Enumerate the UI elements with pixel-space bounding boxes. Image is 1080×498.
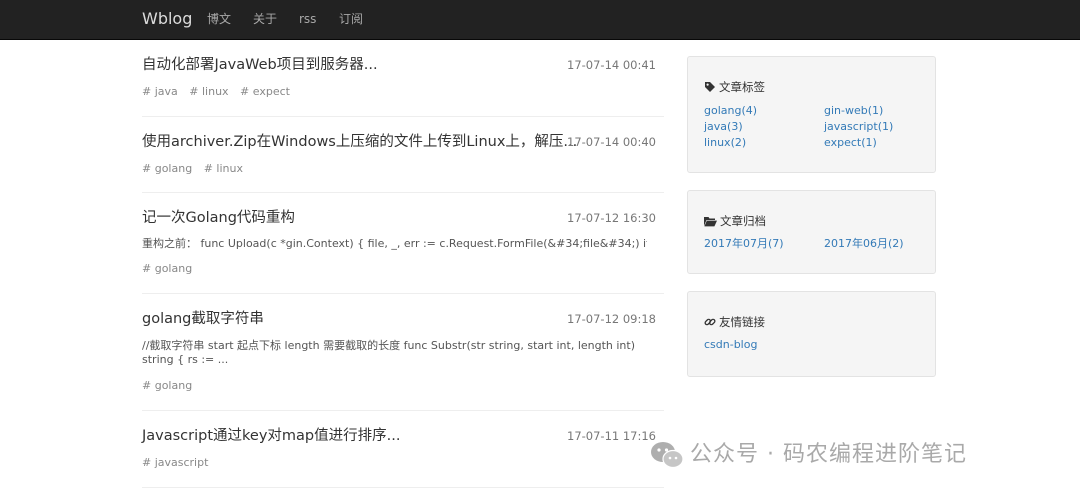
wechat-icon	[651, 442, 684, 469]
friend-links-widget: 友情链接 csdn-blog	[687, 291, 936, 377]
tag-link-golang[interactable]: golang(4)	[704, 104, 757, 118]
post-title[interactable]: golang截取字符串	[142, 309, 264, 329]
post-list: 自动化部署JavaWeb项目到服务器... 17-07-14 00:41 # j…	[142, 40, 664, 488]
post-tag[interactable]: # javascript	[142, 456, 208, 469]
post-title[interactable]: 使用archiver.Zip在Windows上压缩的文件上传到Linux上，解压…	[142, 132, 577, 152]
tags-widget-title: 文章标签	[704, 79, 765, 95]
post-date: 17-07-14 00:40	[567, 135, 656, 149]
post-date: 17-07-14 00:41	[567, 58, 656, 72]
post-item: 自动化部署JavaWeb项目到服务器... 17-07-14 00:41 # j…	[142, 40, 664, 117]
watermark-text: 公众号 · 码农编程进阶笔记	[690, 442, 967, 467]
brand-link[interactable]: Wblog	[142, 9, 192, 29]
navbar: Wblog 博文 关于 rss 订阅	[0, 0, 1080, 40]
friend-links-widget-title: 友情链接	[704, 314, 765, 330]
nav-item-posts[interactable]: 博文	[207, 11, 231, 27]
tag-icon	[705, 82, 715, 92]
post-item: 记一次Golang代码重构 17-07-12 16:30 重构之前： func …	[142, 193, 664, 294]
post-excerpt: 重构之前： func Upload(c *gin.Context) { file…	[142, 237, 647, 250]
tag-link-gin-web[interactable]: gin-web(1)	[824, 104, 883, 118]
archives-widget-title: 文章归档	[704, 213, 766, 229]
post-tags: # java # linux # expect	[142, 85, 298, 99]
post-title[interactable]: Javascript通过key对map值进行排序...	[142, 426, 400, 446]
post-item: Javascript通过key对map值进行排序... 17-07-11 17:…	[142, 411, 664, 488]
post-date: 17-07-11 17:16	[567, 429, 656, 443]
archive-link-2017-07[interactable]: 2017年07月(7)	[704, 237, 784, 251]
post-tag[interactable]: # golang	[142, 162, 192, 175]
post-tag[interactable]: # expect	[240, 85, 290, 98]
post-title[interactable]: 记一次Golang代码重构	[142, 208, 295, 228]
archives-widget: 文章归档 2017年07月(7) 2017年06月(2)	[687, 190, 936, 274]
nav-item-about[interactable]: 关于	[253, 11, 277, 27]
post-item: 使用archiver.Zip在Windows上压缩的文件上传到Linux上，解压…	[142, 117, 664, 193]
archive-link-2017-06[interactable]: 2017年06月(2)	[824, 237, 904, 251]
post-tags: # golang	[142, 379, 200, 393]
tag-link-java[interactable]: java(3)	[704, 120, 743, 134]
tags-widget: 文章标签 golang(4) gin-web(1) java(3) javasc…	[687, 56, 936, 173]
post-date: 17-07-12 16:30	[567, 211, 656, 225]
folder-open-icon	[704, 217, 717, 227]
post-tags: # javascript	[142, 456, 216, 470]
post-title[interactable]: 自动化部署JavaWeb项目到服务器...	[142, 55, 378, 75]
post-date: 17-07-12 09:18	[567, 312, 656, 326]
nav-item-subscribe[interactable]: 订阅	[339, 11, 363, 27]
link-icon	[704, 318, 716, 326]
post-tags: # golang	[142, 262, 200, 276]
post-tag[interactable]: # golang	[142, 379, 192, 392]
tag-link-expect[interactable]: expect(1)	[824, 136, 877, 150]
post-tag[interactable]: # linux	[189, 85, 228, 98]
post-tag[interactable]: # linux	[204, 162, 243, 175]
post-tag[interactable]: # java	[142, 85, 178, 98]
nav-item-rss[interactable]: rss	[299, 11, 316, 27]
tag-link-javascript[interactable]: javascript(1)	[824, 120, 893, 134]
friend-link-csdn-blog[interactable]: csdn-blog	[704, 338, 757, 352]
post-item: golang截取字符串 17-07-12 09:18 //截取字符串 start…	[142, 294, 664, 411]
tag-link-linux[interactable]: linux(2)	[704, 136, 746, 150]
post-tags: # golang # linux	[142, 162, 251, 176]
post-tag[interactable]: # golang	[142, 262, 192, 275]
post-excerpt: //截取字符串 start 起点下标 length 需要截取的长度 func S…	[142, 339, 636, 366]
